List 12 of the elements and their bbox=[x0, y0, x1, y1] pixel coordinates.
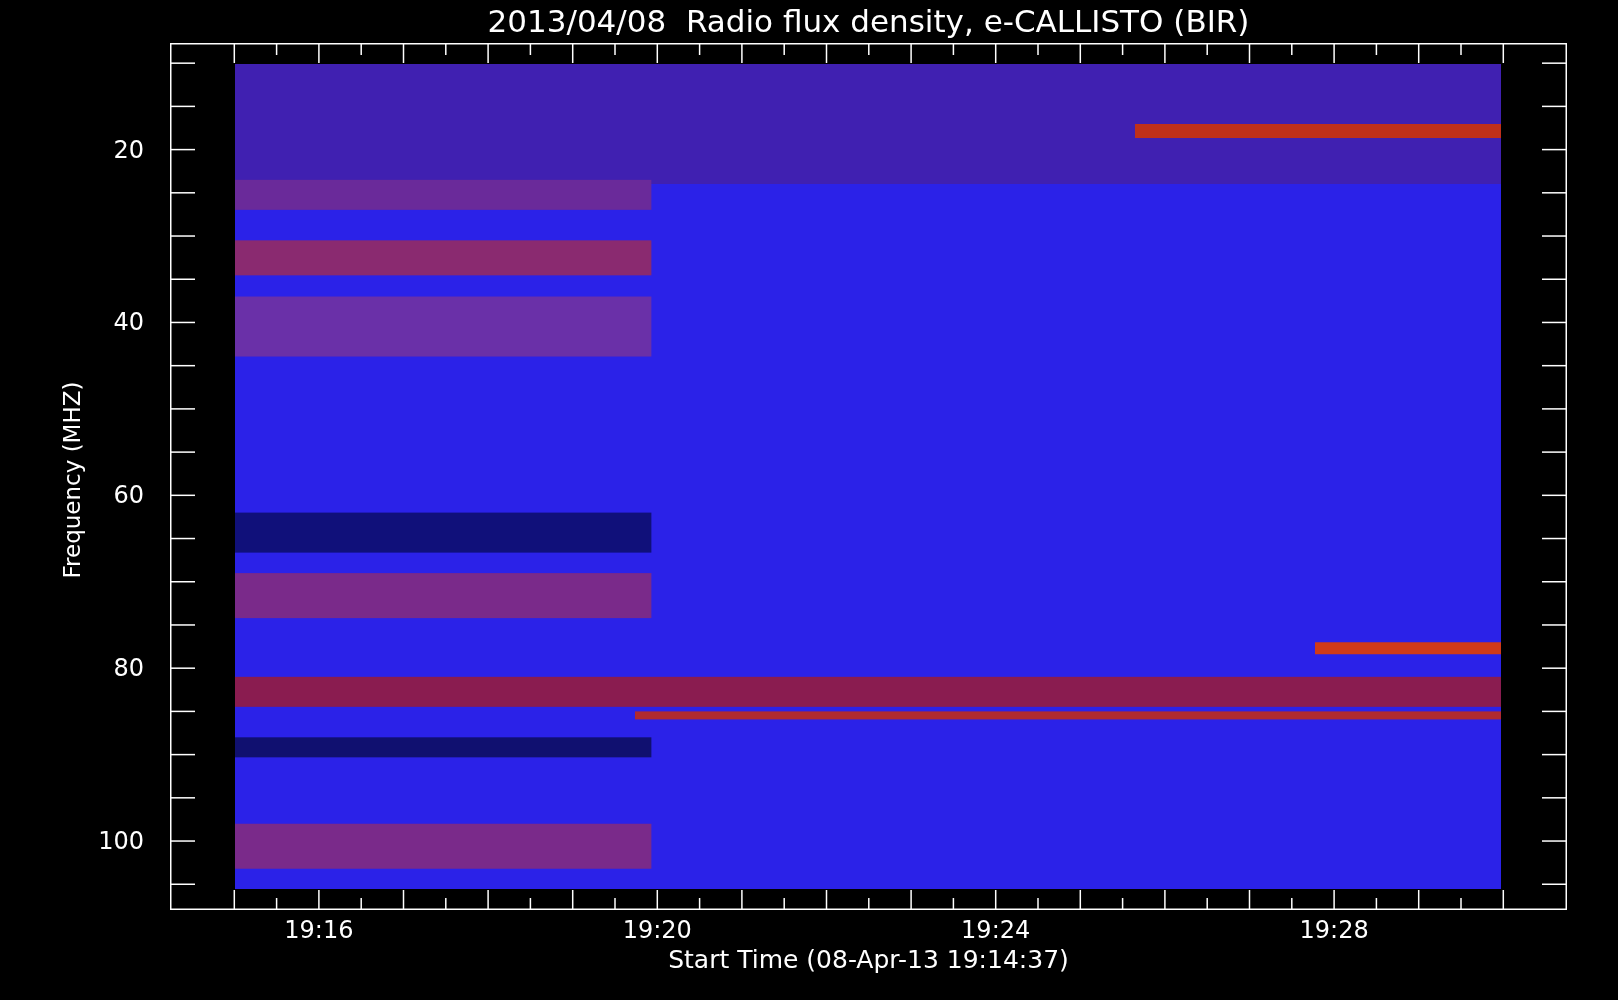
tick-label: 19:20 bbox=[622, 918, 692, 942]
axis-label: Frequency (MHZ) bbox=[59, 381, 85, 579]
tick-label: 19:28 bbox=[1299, 918, 1369, 942]
tick-label: 20 bbox=[113, 137, 144, 162]
tick-label: 19:24 bbox=[961, 918, 1031, 942]
tick-label: 80 bbox=[113, 656, 144, 681]
tick-label: 40 bbox=[113, 310, 144, 335]
tick-label: 100 bbox=[98, 829, 144, 854]
tick-label: 19:16 bbox=[284, 918, 354, 942]
tick-label: 60 bbox=[113, 483, 144, 508]
axis-label: Start Time (08-Apr-13 19:14:37) bbox=[667, 945, 1070, 974]
plot-title: 2013/04/08 Radio flux density, e-CALLISTO (BIR) bbox=[487, 6, 1250, 37]
